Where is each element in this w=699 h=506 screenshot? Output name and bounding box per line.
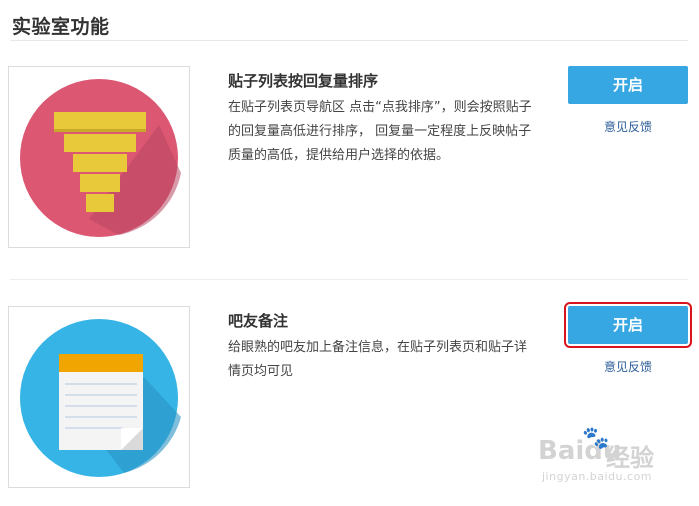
enable-button[interactable]: 开启: [568, 66, 688, 104]
feedback-link[interactable]: 意见反馈: [568, 358, 688, 375]
feature-description: 给眼熟的吧友加上备注信息，在贴子列表页和贴子详情页均可见: [228, 340, 528, 379]
baidu-jingyan-watermark: Baidu 🐾 经验 jingyan.baidu.com: [538, 426, 698, 490]
section-title: 实验室功能: [12, 16, 110, 38]
enable-button[interactable]: 开启: [564, 302, 692, 348]
feature-title: 贴子列表按回复量排序: [228, 72, 379, 90]
feature-divider: [10, 279, 688, 280]
feedback-link[interactable]: 意见反馈: [568, 118, 688, 135]
watermark-text: 经验: [606, 444, 654, 472]
feature-title: 吧友备注: [228, 312, 289, 330]
feature-description: 在贴子列表页导航区 点击“点我排序”，则会按照贴子的回复量高低进行排序， 回复量…: [228, 100, 532, 163]
watermark-url: jingyan.baidu.com: [542, 470, 653, 483]
notepad-icon: [8, 306, 190, 488]
feature-card-sort-by-replies: 贴子列表按回复量排序 在贴子列表页导航区 点击“点我排序”，则会按照贴子的回复量…: [0, 66, 699, 266]
title-divider: [10, 40, 688, 41]
funnel-sort-icon: [8, 66, 190, 248]
